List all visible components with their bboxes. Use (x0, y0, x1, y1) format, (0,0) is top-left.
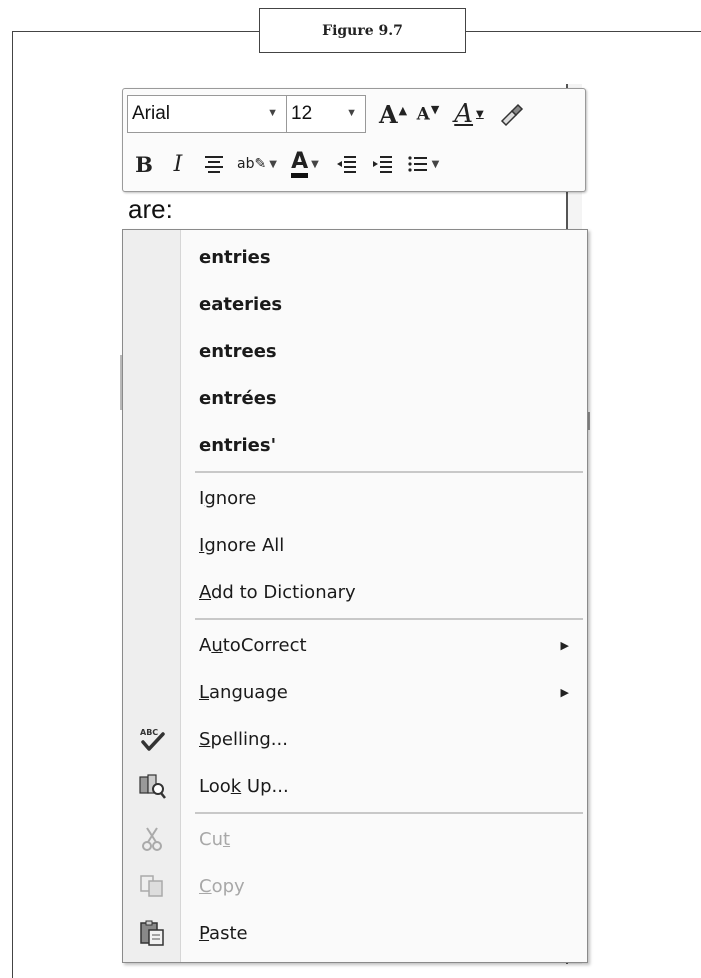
bullets-button[interactable]: ▼ (401, 145, 445, 183)
copy-icon (137, 871, 167, 901)
spelling-icon: ABC (137, 724, 167, 754)
font-name-value: Arial (132, 103, 171, 124)
language-menu-item[interactable]: Language ▶ (123, 669, 587, 715)
suggestion-item[interactable]: entrées (123, 375, 587, 421)
spelling-menu-item[interactable]: ABC Spelling... (123, 716, 587, 762)
format-painter-button[interactable] (494, 95, 528, 133)
frame-top-right-border (466, 31, 701, 32)
ignore-menu-item[interactable]: Ignore (123, 475, 587, 521)
suggestion-item[interactable]: eateries (123, 281, 587, 327)
font-color-icon: A (291, 150, 309, 178)
styles-icon: A (454, 99, 474, 129)
svg-text:ABC: ABC (140, 728, 158, 737)
italic-button[interactable]: I (161, 145, 195, 183)
font-size-value: 12 (291, 103, 313, 124)
figure-caption: Figure 9.7 (259, 8, 466, 53)
submenu-arrow-icon: ▶ (560, 638, 569, 652)
decrease-indent-button[interactable] (329, 145, 365, 183)
scroll-tick (588, 412, 590, 430)
context-menu: entries eateries entrees entrées entries… (122, 229, 588, 963)
ignore-all-menu-item[interactable]: Ignore All (123, 522, 587, 568)
bold-button[interactable]: B (127, 145, 161, 183)
mini-toolbar: Arial ▼ 12 ▼ A▲ A▼ A ▼ B I ab✎ ▼ A ▼ ▼ (122, 88, 586, 192)
increase-indent-icon (373, 156, 392, 173)
grow-font-icon: A▲ (378, 99, 408, 129)
frame-top-left-border (12, 31, 259, 32)
increase-indent-button[interactable] (365, 145, 401, 183)
size-dropdown-arrow-icon[interactable]: ▼ (346, 107, 357, 119)
add-to-dictionary-menu-item[interactable]: Add to Dictionary (123, 569, 587, 615)
styles-button[interactable]: A ▼ (444, 95, 494, 133)
look-up-menu-item[interactable]: Look Up... (123, 763, 587, 809)
shrink-font-icon: A▼ (416, 103, 440, 125)
paste-icon (137, 918, 167, 948)
frame-left-border (12, 31, 13, 978)
copy-menu-item[interactable]: Copy (123, 863, 587, 909)
paste-menu-item[interactable]: Paste (123, 910, 587, 956)
format-painter-icon (500, 103, 524, 127)
font-size-dropdown[interactable]: 12 ▼ (286, 95, 366, 133)
menu-separator (195, 471, 583, 473)
menu-separator (195, 812, 583, 814)
highlight-icon: ab✎ (237, 156, 267, 172)
research-icon (137, 771, 167, 801)
scissors-icon (137, 824, 167, 854)
center-align-icon (205, 156, 223, 173)
bold-icon: B (135, 151, 153, 177)
font-name-dropdown[interactable]: Arial ▼ (127, 95, 287, 133)
mini-toolbar-row-2: B I ab✎ ▼ A ▼ ▼ (127, 141, 581, 187)
submenu-arrow-icon: ▶ (560, 685, 569, 699)
center-align-button[interactable] (195, 145, 233, 183)
font-color-button[interactable]: A ▼ (281, 145, 329, 183)
suggestion-item[interactable]: entries (123, 234, 587, 280)
mini-toolbar-row-1: Arial ▼ 12 ▼ A▲ A▼ A ▼ (127, 91, 581, 137)
autocorrect-menu-item[interactable]: AutoCorrect ▶ (123, 622, 587, 668)
cut-menu-item[interactable]: Cut (123, 816, 587, 862)
decrease-indent-icon (337, 156, 356, 173)
highlight-button[interactable]: ab✎ ▼ (233, 145, 281, 183)
suggestion-item[interactable]: entrees (123, 328, 587, 374)
shrink-font-button[interactable]: A▼ (412, 95, 444, 133)
italic-icon: I (173, 151, 183, 177)
suggestion-item[interactable]: entries' (123, 422, 587, 468)
font-dropdown-arrow-icon[interactable]: ▼ (267, 107, 278, 119)
grow-font-button[interactable]: A▲ (374, 95, 412, 133)
menu-separator (195, 618, 583, 620)
document-text: are: (128, 194, 173, 224)
bullets-icon (408, 156, 427, 172)
